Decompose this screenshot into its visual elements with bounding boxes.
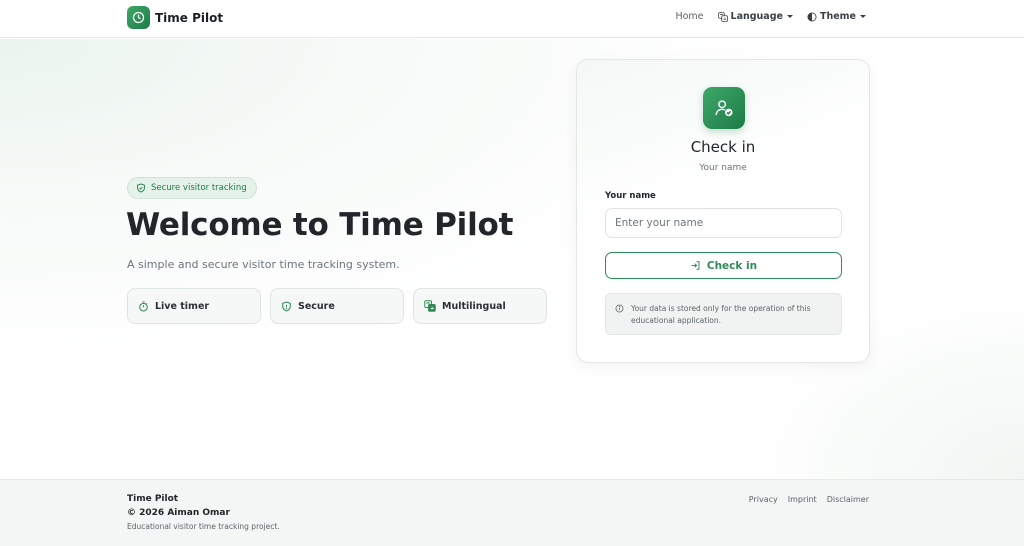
contrast-icon bbox=[807, 12, 817, 21]
name-input[interactable] bbox=[605, 208, 842, 238]
language-label: Language bbox=[730, 11, 783, 22]
checkin-button[interactable]: Check in bbox=[605, 252, 842, 279]
theme-dropdown[interactable]: Theme bbox=[807, 11, 866, 22]
badge-label: Secure visitor tracking bbox=[151, 183, 247, 193]
feature-multilingual: Multilingual bbox=[413, 288, 547, 324]
person-check-icon bbox=[703, 87, 745, 129]
brand-name: Time Pilot bbox=[155, 10, 224, 25]
chevron-down-icon bbox=[860, 15, 866, 18]
feature-live-timer: Live timer bbox=[127, 288, 261, 324]
checkin-card: Check in Your name Your name Check in Yo… bbox=[576, 59, 870, 363]
checkin-button-label: Check in bbox=[706, 259, 758, 272]
checkin-subtitle: Your name bbox=[699, 163, 747, 173]
hero-subtitle: A simple and secure visitor time trackin… bbox=[127, 258, 400, 271]
feature-secure: Secure bbox=[270, 288, 404, 324]
feature-label: Live timer bbox=[155, 300, 210, 312]
privacy-notice: Your data is stored only for the operati… bbox=[605, 293, 842, 335]
shield-check-icon bbox=[137, 183, 145, 193]
nav-links: Home Language Theme bbox=[661, 11, 866, 22]
footer-brand: Time Pilot bbox=[127, 494, 179, 504]
translate-icon bbox=[717, 11, 728, 22]
footer: Time Pilot © 2026 Aiman Omar Educational… bbox=[0, 479, 1024, 546]
brand[interactable]: Time Pilot bbox=[127, 6, 223, 29]
footer-links: Privacy Imprint Disclaimer bbox=[739, 495, 869, 504]
shield-icon bbox=[282, 300, 291, 312]
checkin-title: Check in bbox=[690, 138, 756, 156]
hero-title: Welcome to Time Pilot bbox=[126, 207, 514, 243]
navbar: Time Pilot Home Language Theme bbox=[0, 0, 1024, 38]
hero-section: Secure visitor tracking Welcome to Time … bbox=[0, 39, 1024, 479]
login-icon bbox=[691, 261, 700, 270]
translate-icon bbox=[424, 300, 436, 312]
footer-link-disclaimer[interactable]: Disclaimer bbox=[827, 495, 869, 504]
clock-icon bbox=[127, 6, 150, 29]
language-dropdown[interactable]: Language bbox=[717, 11, 793, 22]
footer-link-privacy[interactable]: Privacy bbox=[749, 495, 778, 504]
notice-text: Your data is stored only for the operati… bbox=[631, 304, 811, 325]
feature-list: Live timer Secure Multilingual bbox=[127, 288, 547, 324]
feature-label: Secure bbox=[298, 300, 335, 312]
name-field-label: Your name bbox=[605, 191, 656, 201]
secure-badge: Secure visitor tracking bbox=[127, 177, 257, 199]
info-icon bbox=[615, 304, 624, 313]
footer-link-imprint[interactable]: Imprint bbox=[788, 495, 817, 504]
stopwatch-icon bbox=[139, 301, 148, 311]
footer-copyright: © 2026 Aiman Omar bbox=[127, 508, 230, 518]
chevron-down-icon bbox=[786, 15, 793, 18]
nav-home[interactable]: Home bbox=[675, 11, 703, 22]
theme-label: Theme bbox=[819, 11, 856, 22]
feature-label: Multilingual bbox=[442, 300, 506, 312]
footer-description: Educational visitor time tracking projec… bbox=[127, 522, 280, 531]
